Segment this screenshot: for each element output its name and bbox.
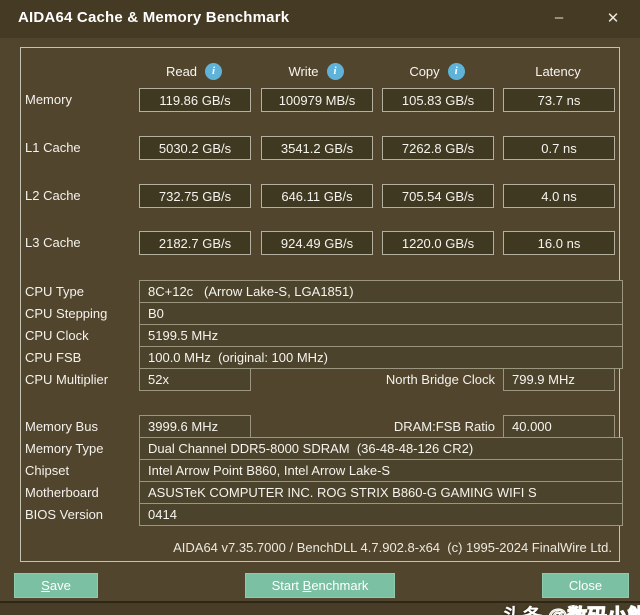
row-label-l2-cache: L2 Cache [25,188,81,203]
l3-latency-value: 16.0 ns [503,231,615,255]
column-header-latency: Latency [503,61,613,81]
cpu-fsb-field: 100.0 MHz (original: 100 MHz) [139,346,623,369]
chipset-field: Intel Arrow Point B860, Intel Arrow Lake… [139,459,623,482]
read-column-label: Read [165,63,198,79]
latency-column-label: Latency [535,63,581,79]
memory-read-value: 119.86 GB/s [139,88,251,112]
memory-type-field: Dual Channel DDR5-8000 SDRAM (36-48-48-1… [139,437,623,460]
l1-write-value: 3541.2 GB/s [261,136,373,160]
cpu-multiplier-field: 52x [139,368,251,391]
start-label-key: B [302,578,312,593]
save-label-key: S [41,578,50,593]
row-label-motherboard: Motherboard [25,485,99,500]
close-icon: ✕ [606,9,620,27]
close-window-button[interactable]: ✕ [596,4,630,31]
column-header-write: Write i [261,61,371,81]
watermark: 头条 @数码小能手 [480,577,640,615]
copy-column-label: Copy [409,63,440,79]
dram-fsb-ratio-field: 40.000 [503,415,615,438]
row-label-l1-cache: L1 Cache [25,140,81,155]
l2-latency-value: 4.0 ns [503,184,615,208]
copy-info-icon[interactable]: i [447,62,465,80]
save-button[interactable]: Save [14,573,98,598]
cpu-stepping-field: B0 [139,302,623,325]
aida64-benchmark-window: AIDA64 Cache & Memory Benchmark – ✕ Read… [0,0,640,615]
start-benchmark-button[interactable]: Start Benchmark [245,573,395,598]
memory-latency-value: 73.7 ns [503,88,615,112]
motherboard-field: ASUSTeK COMPUTER INC. ROG STRIX B860-G G… [139,481,623,504]
l3-copy-value: 1220.0 GB/s [382,231,494,255]
read-info-icon[interactable]: i [205,62,223,80]
north-bridge-clock-field: 799.9 MHz [503,368,615,391]
start-label-post: enchmark [311,578,369,593]
l2-write-value: 646.11 GB/s [261,184,373,208]
start-label-pre: Start [271,578,303,593]
memory-copy-value: 105.83 GB/s [382,88,494,112]
l3-read-value: 2182.7 GB/s [139,231,251,255]
window-title: AIDA64 Cache & Memory Benchmark [18,9,290,26]
column-header-read: Read i [139,61,249,81]
minimize-icon: – [554,9,564,26]
dram-fsb-ratio-label: DRAM:FSB Ratio [393,419,495,434]
version-text: AIDA64 v7.35.7000 / BenchDLL 4.7.902.8-x… [173,540,612,555]
row-label-cpu-clock: CPU Clock [25,328,89,343]
row-label-l3-cache: L3 Cache [25,235,81,250]
row-label-cpu-stepping: CPU Stepping [25,306,108,321]
write-column-label: Write [288,63,319,79]
save-label-post: ave [49,578,71,593]
memory-write-value: 100979 MB/s [261,88,373,112]
row-label-cpu-fsb: CPU FSB [25,350,82,365]
write-info-icon[interactable]: i [326,62,344,80]
minimize-button[interactable]: – [542,4,576,31]
row-label-bios-version: BIOS Version [25,507,104,522]
row-label-memory-type: Memory Type [25,441,104,456]
l1-copy-value: 7262.8 GB/s [382,136,494,160]
watermark-prefix: 头条 [502,606,548,615]
watermark-handle: @数码小能手 [547,605,640,615]
row-label-cpu-type: CPU Type [25,284,85,299]
north-bridge-clock-label: North Bridge Clock [385,372,495,387]
bios-version-field: 0414 [139,503,623,526]
l2-copy-value: 705.54 GB/s [382,184,494,208]
column-header-copy: Copy i [382,61,492,81]
l1-read-value: 5030.2 GB/s [139,136,251,160]
row-label-memory-bus: Memory Bus [25,419,98,434]
l3-write-value: 924.49 GB/s [261,231,373,255]
row-label-chipset: Chipset [25,463,70,478]
memory-bus-field: 3999.6 MHz [139,415,251,438]
cpu-type-field: 8C+12c (Arrow Lake-S, LGA1851) [139,280,623,303]
l1-latency-value: 0.7 ns [503,136,615,160]
row-label-cpu-multiplier: CPU Multiplier [25,372,109,387]
cpu-clock-field: 5199.5 MHz [139,324,623,347]
row-label-memory: Memory [25,92,72,107]
l2-read-value: 732.75 GB/s [139,184,251,208]
